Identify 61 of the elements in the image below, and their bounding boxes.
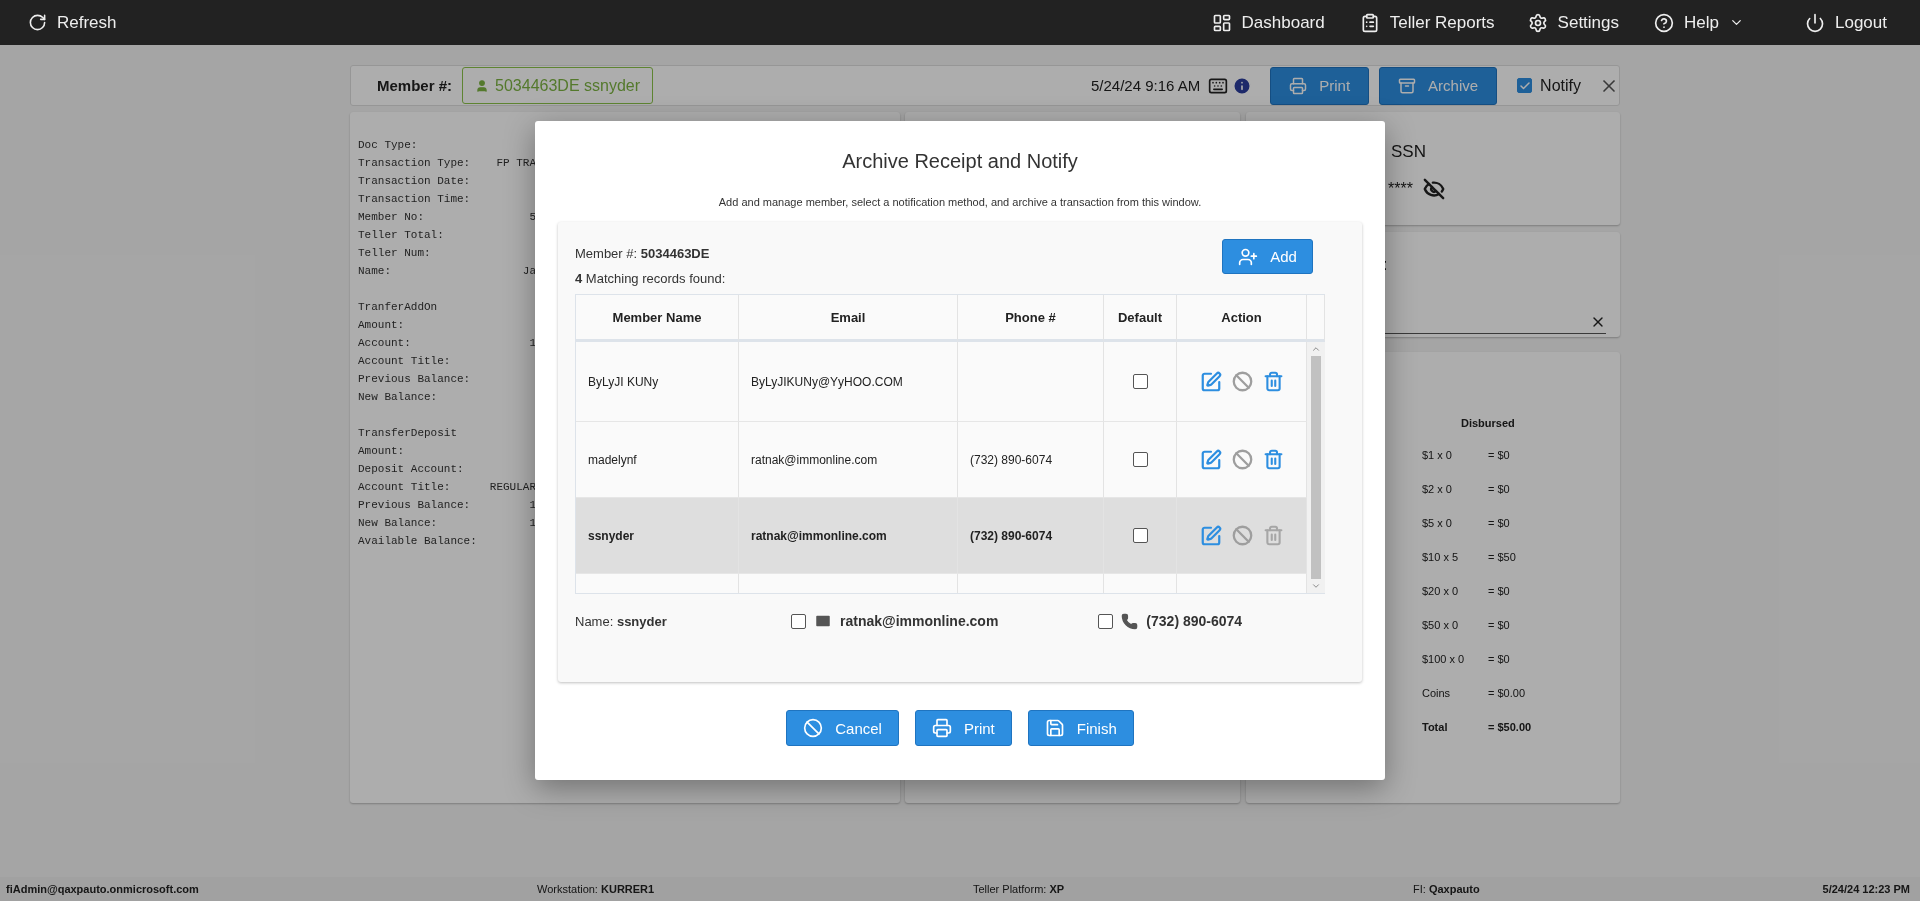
user-email: fiAdmin@qaxpauto.onmicrosoft.com: [6, 883, 200, 895]
teller-platform: Teller Platform: XP: [973, 883, 1066, 895]
date-time: 5/24/24 9:16 AM: [1090, 77, 1201, 94]
ssn-title: SSN: [1391, 142, 1426, 162]
receipt-label: Amount:: [358, 318, 405, 333]
masked-ssn: ****: [1388, 180, 1413, 198]
denomination: $5 x 0: [1422, 517, 1453, 531]
status-date-time: 5/24/24 12:23 PM: [1822, 883, 1910, 895]
receipt-value: FP TRA: [496, 156, 536, 171]
amount: = $50: [1488, 551, 1517, 565]
receipt-heading: TransferDeposit: [358, 426, 458, 441]
match-count: 4 Matching records found:: [575, 271, 726, 286]
amount: = $0: [1488, 653, 1511, 667]
amount: = $0: [1488, 585, 1511, 599]
denomination: $2 x 0: [1422, 483, 1453, 497]
dialog-subtitle: Add and manage member, select a notification method, and archive a transaction from this window.: [718, 196, 1202, 208]
receipt-label: Amount:: [358, 444, 405, 459]
receipt-label: Doc Type:: [358, 138, 418, 153]
amount: = $0: [1488, 449, 1511, 463]
receipt-label: Member No:: [358, 210, 424, 225]
amount: = $50.00: [1488, 721, 1532, 735]
denomination: $50 x 0: [1422, 619, 1460, 633]
receipt-label: Previous Balance:: [358, 498, 471, 513]
receipt-label: Name:: [358, 264, 391, 279]
denomination: $100 x 0: [1422, 653, 1466, 667]
dialog-title: Archive Receipt and Notify: [842, 150, 1078, 173]
denomination: Total: [1422, 721, 1449, 735]
denomination: $20 x 0: [1422, 585, 1460, 599]
receipt-label: New Balance:: [358, 390, 438, 405]
receipt-label: Transaction Time:: [358, 192, 471, 207]
receipt-value: Ja: [522, 264, 536, 279]
receipt-label: Previous Balance:: [358, 372, 471, 387]
receipt-value: 1: [529, 498, 536, 513]
receipt-value: 5: [529, 210, 536, 225]
receipt-label: Account Title:: [358, 480, 451, 495]
denomination: $1 x 0: [1422, 449, 1453, 463]
receipt-heading: TranferAddOn: [358, 300, 438, 315]
receipt-value: 1: [529, 336, 536, 351]
amount: = $0: [1488, 619, 1511, 633]
workstation: Workstation: KURRER1: [537, 883, 656, 895]
receipt-label: Transaction Date:: [358, 174, 471, 189]
receipt-label: New Balance:: [358, 516, 438, 531]
amount: = $0: [1488, 517, 1511, 531]
member-number: Member #: 5034463DE: [575, 246, 711, 261]
receipt-label: Account Title:: [358, 354, 451, 369]
denomination: $10 x 5: [1422, 551, 1460, 565]
receipt-label: Teller Total:: [358, 228, 444, 243]
receipt-label: Teller Num:: [358, 246, 431, 261]
receipt-label: Deposit Account:: [358, 462, 464, 477]
receipt-value: REGULAR: [489, 480, 536, 495]
receipt-value: 1: [529, 516, 536, 531]
amount: = $0: [1488, 483, 1511, 497]
member-label: Member #:: [377, 77, 453, 94]
disbursed-title: Disbursed: [1460, 417, 1516, 431]
receipt-label: Account:: [358, 336, 411, 351]
denomination: Coins: [1422, 687, 1452, 701]
receipt-label: Transaction Type:: [358, 156, 471, 171]
receipt-label: Available Balance:: [358, 534, 477, 549]
amount: = $0.00: [1488, 687, 1526, 701]
selected-name: Name: ssnyder: [575, 613, 668, 629]
fi-name: FI: Qaxpauto: [1413, 883, 1481, 895]
